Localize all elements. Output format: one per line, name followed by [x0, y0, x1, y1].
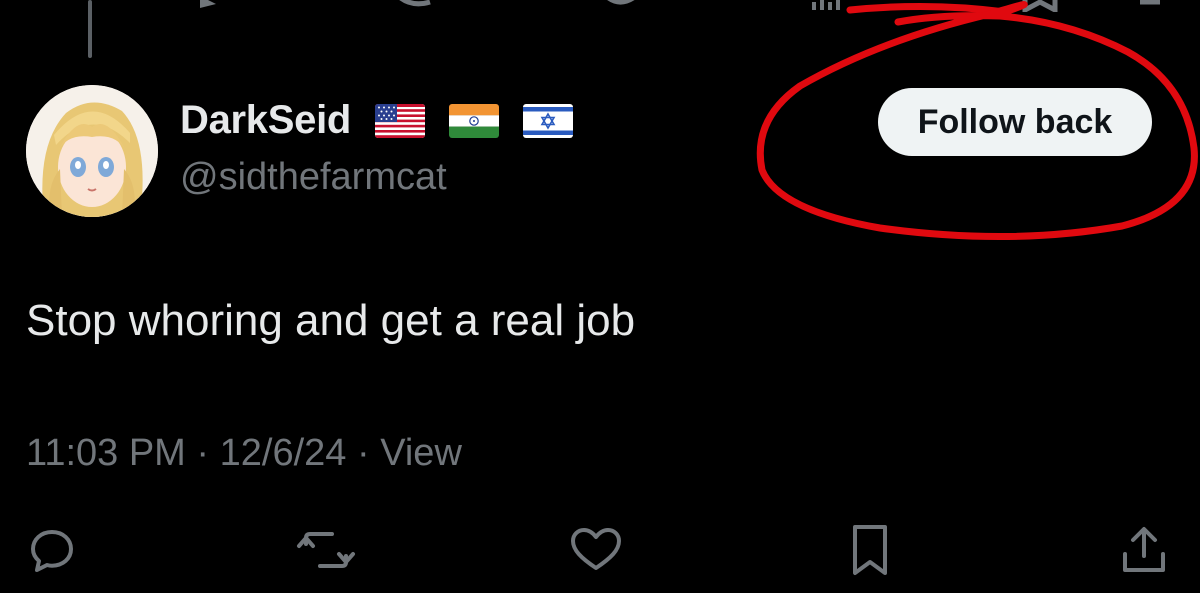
flag-emojis: [375, 103, 574, 138]
tweet-time: 11:03 PM: [26, 432, 186, 474]
bookmark-button[interactable]: [840, 520, 900, 580]
like-button[interactable]: [566, 520, 626, 580]
follow-back-button[interactable]: Follow back: [878, 88, 1152, 156]
avatar[interactable]: [26, 85, 158, 217]
user-handle[interactable]: @sidthefarmcat: [180, 156, 447, 199]
reply-button[interactable]: [22, 520, 82, 580]
retweet-icon: [297, 532, 355, 568]
us-flag-icon: [375, 103, 426, 138]
tweet-meta: 11:03 PM · 12/6/24 · View: [26, 432, 462, 475]
tweet-text: Stop whoring and get a real job: [26, 296, 636, 345]
heart-icon: [571, 528, 621, 570]
user-name-row: DarkSeid: [180, 98, 574, 143]
cropped-action-bar: [200, 0, 1160, 12]
india-flag-icon: [449, 103, 500, 138]
retweet-button[interactable]: [296, 520, 356, 580]
reply-icon: [31, 530, 73, 572]
tweet-date: 12/6/24: [219, 432, 347, 474]
view-link[interactable]: View: [380, 432, 462, 474]
bookmark-icon: [853, 525, 887, 575]
share-icon: [1123, 527, 1165, 572]
tweet-action-bar: [0, 520, 1200, 580]
share-button[interactable]: [1114, 520, 1174, 580]
meta-separator: ·: [356, 432, 381, 474]
anime-girl-avatar-image: [26, 85, 158, 217]
display-name[interactable]: DarkSeid: [180, 98, 351, 143]
israel-flag-icon: [523, 103, 574, 138]
meta-separator: ·: [196, 432, 220, 474]
